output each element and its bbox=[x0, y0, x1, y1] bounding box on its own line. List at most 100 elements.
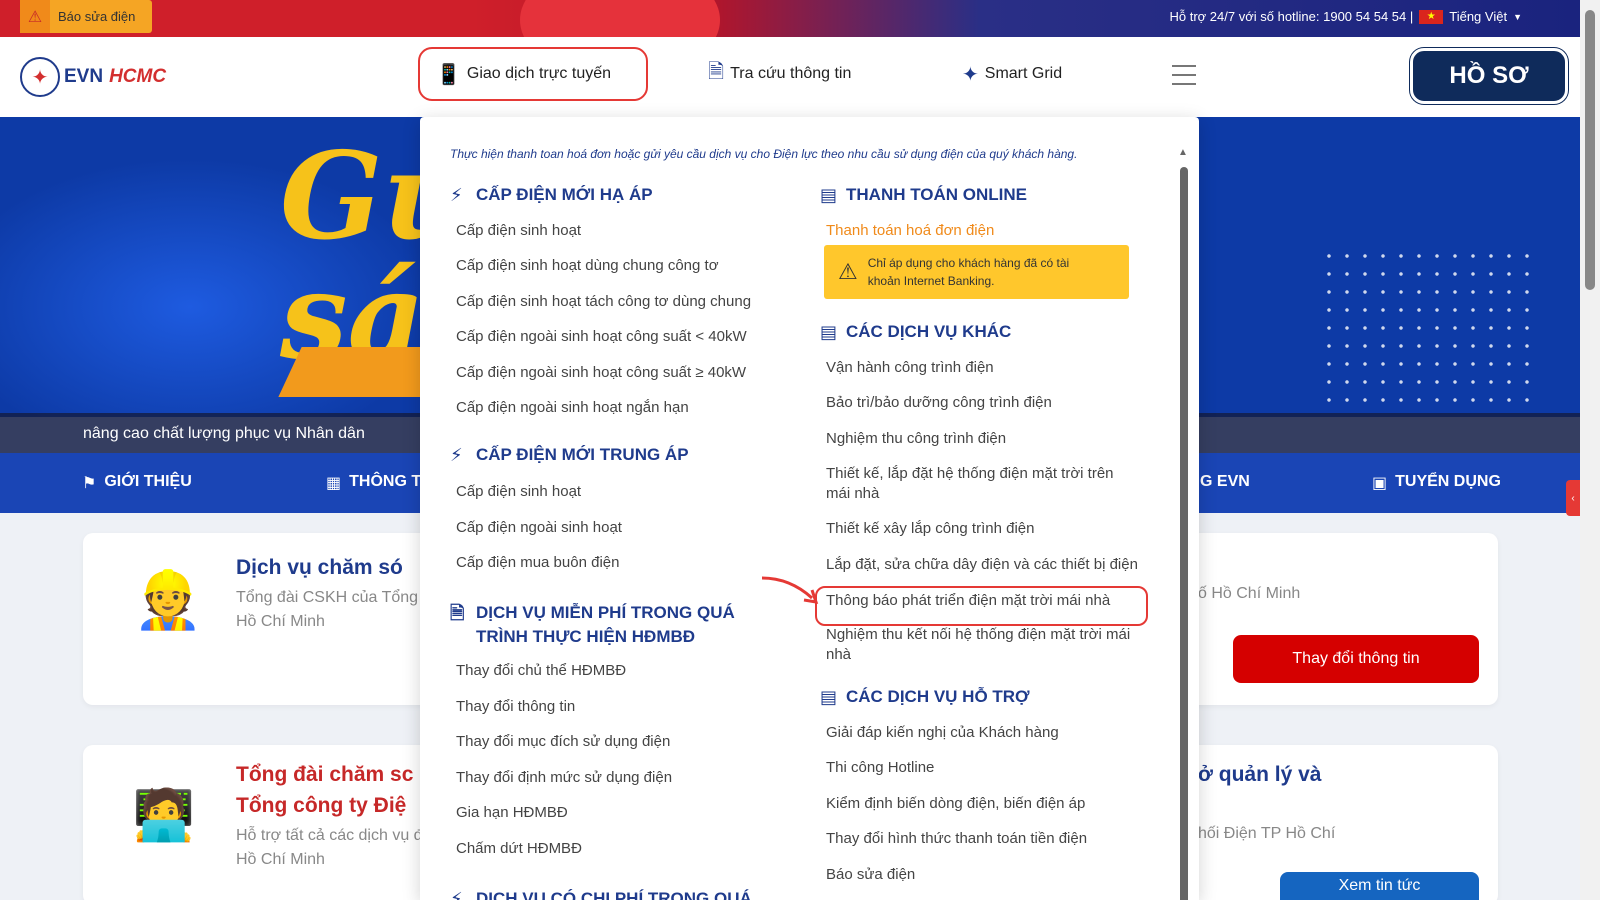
internet-banking-note: ⚠ Chỉ áp dụng cho khách hàng đã có tài k… bbox=[824, 245, 1129, 299]
page-scrollbar[interactable] bbox=[1580, 0, 1600, 900]
link-other-8-line-2: nhà bbox=[826, 646, 852, 663]
card-3-title-1: Tổng đài chăm sc bbox=[236, 763, 414, 786]
site-header: ✦ EVN HCMC 📱 Giao dịch trực tuyến 🗎 Tra … bbox=[0, 37, 1580, 117]
chevron-down-icon[interactable]: ▼ bbox=[1513, 12, 1522, 22]
profile-button[interactable]: HỒ SƠ bbox=[1410, 48, 1568, 104]
link-medium-voltage-1[interactable]: Cấp điện sinh hoạt bbox=[456, 482, 581, 502]
logo-evn-text: EVN bbox=[64, 66, 104, 87]
nav-lookup-label: Tra cứu thông tin bbox=[730, 65, 852, 82]
link-other-3[interactable]: Nghiệm thu công trình điện bbox=[826, 429, 1006, 449]
link-other-4-line-1: Thiết kế, lắp đặt hệ thống điện mặt trời… bbox=[826, 465, 1114, 482]
link-free-5[interactable]: Gia hạn HĐMBĐ bbox=[456, 803, 568, 823]
mainnav-jobs-label: TUYỂN DỤNG bbox=[1395, 473, 1501, 490]
mainnav-info[interactable]: ▦ THÔNG T bbox=[326, 473, 421, 493]
card-1-text-1: Tổng đài CSKH của Tổng bbox=[236, 589, 419, 606]
page-scroll-thumb[interactable] bbox=[1585, 10, 1595, 290]
dropdown-scrollbar[interactable]: ▲ bbox=[1178, 147, 1188, 900]
link-free-1[interactable]: Thay đổi chủ thể HĐMBĐ bbox=[456, 661, 626, 681]
star-icon: ✦ bbox=[962, 63, 979, 86]
link-other-6[interactable]: Lắp đặt, sửa chữa dây điện và các thiết … bbox=[826, 555, 1138, 575]
nav-online-transactions[interactable]: 📱 Giao dịch trực tuyến bbox=[418, 47, 648, 101]
link-low-voltage-5[interactable]: Cấp điện ngoài sinh hoạt công suất ≥ 40k… bbox=[456, 363, 746, 383]
nav-online-label: Giao dịch trực tuyến bbox=[466, 65, 612, 82]
lightning-icon: ⚡ bbox=[450, 445, 463, 465]
note-line-1: Chỉ áp dụng cho khách hàng đã có tài bbox=[867, 256, 1070, 270]
link-low-voltage-6[interactable]: Cấp điện ngoài sinh hoạt ngắn hạn bbox=[456, 398, 689, 418]
mainnav-intro-label: GIỚI THIỆU bbox=[104, 473, 192, 490]
evn-hcmc-logo[interactable]: ✦ EVN HCMC bbox=[20, 57, 166, 97]
link-other-2[interactable]: Bảo trì/bảo dưỡng công trình điện bbox=[826, 393, 1052, 413]
link-low-voltage-3[interactable]: Cấp điện sinh hoạt tách công tơ dùng chu… bbox=[456, 292, 751, 312]
flag-icon: ⚑ bbox=[82, 475, 97, 492]
card-3-text-2: Hồ Chí Minh bbox=[236, 851, 325, 868]
note-line-2: khoản Internet Banking. bbox=[867, 274, 995, 288]
dropdown-intro: Thực hiện thanh toan hoá đơn hoặc gửi yê… bbox=[450, 147, 1078, 161]
card-1-text-2: Hồ Chí Minh bbox=[236, 613, 325, 630]
card-4-text: hối Điện TP Hồ Chí bbox=[1198, 825, 1336, 842]
link-free-4[interactable]: Thay đổi định mức sử dụng điện bbox=[456, 768, 672, 788]
link-low-voltage-4[interactable]: Cấp điện ngoài sinh hoạt công suất < 40k… bbox=[456, 327, 747, 347]
heading-other-services-text: CÁC DỊCH VỤ KHÁC bbox=[846, 322, 1012, 341]
nav-smart-grid[interactable]: ✦ Smart Grid bbox=[962, 47, 1062, 101]
link-other-8[interactable]: Nghiệm thu kết nối hệ thống điện mặt trờ… bbox=[826, 625, 1130, 665]
scroll-up-icon[interactable]: ▲ bbox=[1178, 147, 1188, 158]
highlight-annotation bbox=[815, 586, 1148, 626]
link-other-4-line-2: mái nhà bbox=[826, 485, 880, 502]
link-free-3[interactable]: Thay đổi mục đích sử dụng điện bbox=[456, 732, 670, 752]
link-other-5[interactable]: Thiết kế xây lắp công trình điện bbox=[826, 519, 1034, 539]
call-center-illustration: 🧑‍💻 bbox=[132, 786, 196, 843]
link-support-5[interactable]: Báo sửa điện bbox=[826, 865, 915, 885]
view-news-button[interactable]: Xem tin tức bbox=[1280, 872, 1479, 900]
link-free-2[interactable]: Thay đổi thông tin bbox=[456, 697, 575, 717]
logo-hcmc-text: HCMC bbox=[109, 66, 167, 87]
mainnav-intro[interactable]: ⚑ GIỚI THIỆU bbox=[82, 473, 192, 493]
link-other-1[interactable]: Vận hành công trình điện bbox=[826, 358, 994, 378]
lightning-icon: ⚡ bbox=[450, 889, 463, 900]
mainnav-jobs[interactable]: ▣ TUYỂN DỤNG bbox=[1372, 473, 1501, 493]
hamburger-menu-icon[interactable] bbox=[1172, 65, 1196, 85]
hero-caption: nâng cao chất lượng phục vụ Nhân dân bbox=[83, 425, 365, 442]
mobile-phone-icon: 📱 bbox=[436, 63, 461, 86]
hotline-text: Hỗ trợ 24/7 với số hotline: 1900 54 54 5… bbox=[1169, 9, 1414, 24]
heading-free-services-text: DỊCH VỤ MIỄN PHÍ TRONG QUÁ TRÌNH THỰC HI… bbox=[476, 601, 735, 649]
dropdown-scroll-thumb[interactable] bbox=[1180, 167, 1188, 900]
card-1-title: Dịch vụ chăm só bbox=[236, 556, 403, 579]
link-low-voltage-1[interactable]: Cấp điện sinh hoạt bbox=[456, 221, 581, 241]
link-low-voltage-2[interactable]: Cấp điện sinh hoạt dùng chung công tơ bbox=[456, 256, 719, 276]
link-support-2[interactable]: Thi công Hotline bbox=[826, 758, 934, 778]
link-medium-voltage-3[interactable]: Cấp điện mua buôn điện bbox=[456, 553, 619, 573]
mainnav-evn[interactable]: G EVN bbox=[1200, 473, 1250, 491]
document-search-icon: 🗎 bbox=[708, 61, 725, 83]
report-outage-button[interactable]: ⚠ Báo sửa điện bbox=[20, 0, 152, 33]
link-other-4[interactable]: Thiết kế, lắp đặt hệ thống điện mặt trời… bbox=[826, 464, 1114, 504]
mainnav-info-label: THÔNG T bbox=[349, 473, 422, 490]
document-icon: 🗎 bbox=[450, 603, 465, 623]
heading-paid-services: ⚡ DỊCH VỤ CÓ CHI PHÍ TRONG QUÁ bbox=[450, 887, 752, 900]
card-4-title: ở quản lý và bbox=[1198, 763, 1322, 786]
language-selector[interactable]: Tiếng Việt bbox=[1449, 9, 1507, 24]
hotline-bar: Hỗ trợ 24/7 với số hotline: 1900 54 54 5… bbox=[1170, 9, 1523, 24]
change-info-button[interactable]: Thay đổi thông tin bbox=[1233, 635, 1479, 683]
annotation-arrow-icon bbox=[761, 576, 819, 604]
warning-icon: ⚠ bbox=[838, 259, 858, 284]
link-medium-voltage-2[interactable]: Cấp điện ngoài sinh hoạt bbox=[456, 518, 622, 538]
heading-support-services: ▤ CÁC DỊCH VỤ HỖ TRỢ bbox=[820, 685, 1030, 709]
online-transactions-dropdown: Thực hiện thanh toan hoá đơn hoặc gửi yê… bbox=[420, 117, 1199, 900]
heading-low-voltage-text: CẤP ĐIỆN MỚI HẠ ÁP bbox=[476, 185, 653, 204]
card-2-text: ố Hồ Chí Minh bbox=[1198, 585, 1301, 602]
heading-medium-voltage: ⚡ CẤP ĐIỆN MỚI TRUNG ÁP bbox=[450, 443, 689, 467]
heading-online-payment-text: THANH TOÁN ONLINE bbox=[846, 185, 1028, 204]
link-support-1[interactable]: Giải đáp kiến nghị của Khách hàng bbox=[826, 723, 1059, 743]
link-free-6[interactable]: Chấm dứt HĐMBĐ bbox=[456, 839, 582, 859]
link-pay-bill[interactable]: Thanh toán hoá đơn điện bbox=[826, 221, 994, 241]
heading-other-services: ▤ CÁC DỊCH VỤ KHÁC bbox=[820, 320, 1011, 344]
nav-lookup-info[interactable]: 🗎 Tra cứu thông tin bbox=[708, 47, 851, 101]
side-tab-toggle[interactable]: ‹ bbox=[1566, 480, 1580, 516]
heading-free-services-line-1: DỊCH VỤ MIỄN PHÍ TRONG QUÁ bbox=[476, 603, 735, 622]
top-bar-decoration bbox=[520, 0, 720, 37]
link-support-4[interactable]: Thay đổi hình thức thanh toán tiền điện bbox=[826, 829, 1087, 849]
link-support-3[interactable]: Kiểm định biến dòng điện, biến điện áp bbox=[826, 794, 1085, 814]
report-outage-label: Báo sửa điện bbox=[58, 9, 136, 24]
nav-grid-label: Smart Grid bbox=[984, 65, 1063, 82]
lightning-icon: ⚡ bbox=[450, 185, 463, 205]
